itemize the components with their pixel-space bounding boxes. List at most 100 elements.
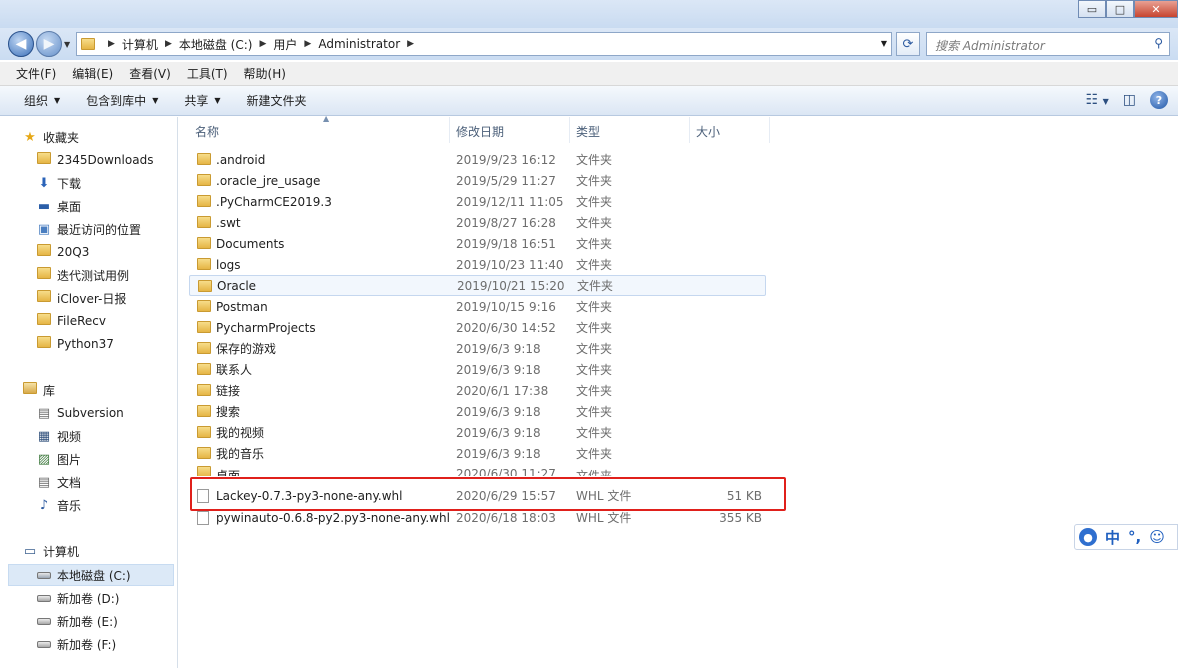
- desktop-folder-icon: [197, 466, 211, 476]
- file-row[interactable]: .swt 2019/8/27 16:28 文件夹: [189, 212, 766, 233]
- share-button[interactable]: 共享 ▼: [184, 92, 220, 109]
- sort-ascending-icon: ▲: [323, 114, 330, 123]
- file-row[interactable]: 我的音乐 2019/6/3 9:18 文件夹: [189, 443, 766, 464]
- window-controls: ▭ □ ✕: [1078, 0, 1178, 18]
- file-row[interactable]: 链接 2020/6/1 17:38 文件夹: [189, 380, 766, 401]
- nav-item-drive-f[interactable]: 新加卷 (F:): [36, 633, 116, 655]
- folder-icon: [36, 267, 52, 283]
- nav-item-drive-e[interactable]: 新加卷 (E:): [36, 610, 118, 632]
- preview-pane-icon[interactable]: ◫: [1123, 92, 1136, 108]
- menu-bar: 文件(F) 编辑(E) 查看(V) 工具(T) 帮助(H): [0, 62, 1178, 86]
- address-history-chevron-down-icon[interactable]: ▼: [881, 39, 887, 48]
- videos-folder-icon: [197, 426, 211, 441]
- nav-item-videos[interactable]: ▦ 视频: [36, 425, 81, 447]
- nav-item-pictures[interactable]: ▨ 图片: [36, 448, 81, 470]
- picture-icon: ▨: [37, 451, 51, 467]
- close-button[interactable]: ✕: [1134, 0, 1178, 18]
- chevron-right-icon[interactable]: ▶: [304, 39, 311, 49]
- chevron-down-icon: ▼: [54, 96, 61, 105]
- video-icon: ▦: [37, 428, 51, 444]
- column-header-size[interactable]: 大小: [690, 117, 770, 143]
- breadcrumb-administrator[interactable]: Administrator ▶: [318, 37, 421, 51]
- column-header-date[interactable]: 修改日期: [450, 117, 570, 143]
- file-row[interactable]: 联系人 2019/6/3 9:18 文件夹: [189, 359, 766, 380]
- file-row[interactable]: Postman 2019/10/15 9:16 文件夹: [189, 296, 766, 317]
- nav-item-downloads[interactable]: ⬇ 下载: [36, 172, 81, 194]
- nav-item-music[interactable]: ♪ 音乐: [36, 494, 81, 516]
- column-header-name[interactable]: ▲ 名称: [189, 114, 450, 143]
- new-folder-button[interactable]: 新建文件夹: [247, 92, 307, 109]
- file-row[interactable]: 我的视频 2019/6/3 9:18 文件夹: [189, 422, 766, 443]
- menu-view[interactable]: 查看(V): [129, 65, 171, 82]
- help-icon[interactable]: ?: [1150, 91, 1168, 109]
- file-row[interactable]: 搜索 2019/6/3 9:18 文件夹: [189, 401, 766, 422]
- chevron-right-icon[interactable]: ▶: [259, 39, 266, 49]
- file-row[interactable]: 保存的游戏 2019/6/3 9:18 文件夹: [189, 338, 766, 359]
- chevron-right-icon[interactable]: ▶: [165, 39, 172, 49]
- chevron-right-icon[interactable]: ▶: [108, 39, 115, 49]
- chevron-right-icon[interactable]: ▶: [407, 39, 414, 49]
- refresh-button[interactable]: ⟳: [896, 32, 920, 56]
- links-folder-icon: [197, 384, 211, 399]
- annotation-highlight-box: [190, 477, 786, 511]
- download-folder-icon: ⬇: [38, 175, 50, 191]
- nav-item-documents[interactable]: ▤ 文档: [36, 471, 81, 493]
- file-list: ▲ 名称 修改日期 类型 大小 .android 2019/9/23 16:12 文…: [179, 114, 1178, 668]
- organize-button[interactable]: 组织 ▼: [24, 92, 60, 109]
- nav-item-desktop[interactable]: ▬ 桌面: [36, 195, 81, 217]
- nav-item-20q3[interactable]: 20Q3: [36, 241, 89, 263]
- maximize-button[interactable]: □: [1106, 0, 1134, 18]
- forward-button[interactable]: ▶: [36, 31, 62, 57]
- file-row-hovered[interactable]: Oracle 2019/10/21 15:20 文件夹: [189, 275, 766, 296]
- chevron-down-icon: ▼: [214, 96, 221, 105]
- file-row[interactable]: Documents 2019/9/18 16:51 文件夹: [189, 233, 766, 254]
- folder-icon: [197, 153, 211, 168]
- nav-item-recent-places[interactable]: ▣ 最近访问的位置: [36, 218, 141, 240]
- ime-user-icon[interactable]: ●: [1079, 528, 1097, 546]
- column-header-type[interactable]: 类型: [570, 117, 690, 143]
- nav-item-filerecv[interactable]: FileRecv: [36, 310, 106, 332]
- nav-item-iclover-daily[interactable]: iClover-日报: [36, 287, 126, 309]
- minimize-button[interactable]: ▭: [1078, 0, 1106, 18]
- nav-item-drive-d[interactable]: 新加卷 (D:): [36, 587, 119, 609]
- menu-help[interactable]: 帮助(H): [244, 65, 286, 82]
- drive-icon: [36, 591, 52, 606]
- file-row[interactable]: .oracle_jre_usage 2019/5/29 11:27 文件夹: [189, 170, 766, 191]
- menu-tools[interactable]: 工具(T): [187, 65, 228, 82]
- back-button[interactable]: ◀: [8, 31, 34, 57]
- nav-item-drive-c[interactable]: 本地磁盘 (C:): [36, 564, 131, 586]
- file-row[interactable]: PycharmProjects 2020/6/30 14:52 文件夹: [189, 317, 766, 338]
- search-icon[interactable]: ⚲: [1154, 36, 1163, 50]
- menu-file[interactable]: 文件(F): [16, 65, 56, 82]
- ime-mode-label[interactable]: 中: [1105, 527, 1120, 548]
- ime-punctuation-icon[interactable]: °,: [1128, 528, 1141, 546]
- include-in-library-button[interactable]: 包含到库中 ▼: [86, 92, 158, 109]
- file-row[interactable]: .PyCharmCE2019.3 2019/12/11 11:05 文件夹: [189, 191, 766, 212]
- folder-icon: [36, 313, 52, 329]
- breadcrumb-local-disk-c[interactable]: 本地磁盘 (C:) ▶: [179, 36, 274, 53]
- subversion-icon: ▤: [37, 405, 51, 421]
- music-icon: ♪: [39, 497, 49, 513]
- file-row[interactable]: .android 2019/9/23 16:12 文件夹: [189, 149, 766, 170]
- breadcrumb-users[interactable]: 用户 ▶: [273, 36, 318, 53]
- recent-pages-chevron-down-icon[interactable]: ▼: [64, 40, 70, 49]
- breadcrumb-computer[interactable]: 计算机 ▶: [122, 36, 179, 53]
- file-icon: [197, 511, 209, 528]
- view-options-icon[interactable]: ☷ ▼: [1086, 92, 1109, 108]
- menu-edit[interactable]: 编辑(E): [72, 65, 113, 82]
- folder-icon: [81, 38, 95, 50]
- nav-item-subversion[interactable]: ▤ Subversion: [36, 402, 124, 424]
- nav-group-libraries[interactable]: 库: [22, 379, 55, 401]
- address-bar[interactable]: ▶ 计算机 ▶ 本地磁盘 (C:) ▶ 用户 ▶ Administrator ▶ ▼: [76, 32, 892, 56]
- folder-icon: [197, 258, 211, 273]
- nav-item-test-cases[interactable]: 迭代测试用例: [36, 264, 129, 286]
- search-input[interactable]: 搜索 Administrator ⚲: [926, 32, 1170, 56]
- ime-toolbar[interactable]: ● 中 °, ☺: [1074, 524, 1178, 550]
- file-row[interactable]: 桌面 2020/6/30 11:27 文件夹: [189, 464, 766, 476]
- ime-emoji-icon[interactable]: ☺: [1149, 528, 1165, 546]
- nav-group-favorites[interactable]: ★ 收藏夹: [22, 126, 79, 148]
- nav-item-2345downloads[interactable]: 2345Downloads: [36, 149, 153, 171]
- nav-group-computer[interactable]: ▭ 计算机: [22, 540, 79, 562]
- nav-item-python37[interactable]: Python37: [36, 333, 114, 355]
- file-row[interactable]: logs 2019/10/23 11:40 文件夹: [189, 254, 766, 275]
